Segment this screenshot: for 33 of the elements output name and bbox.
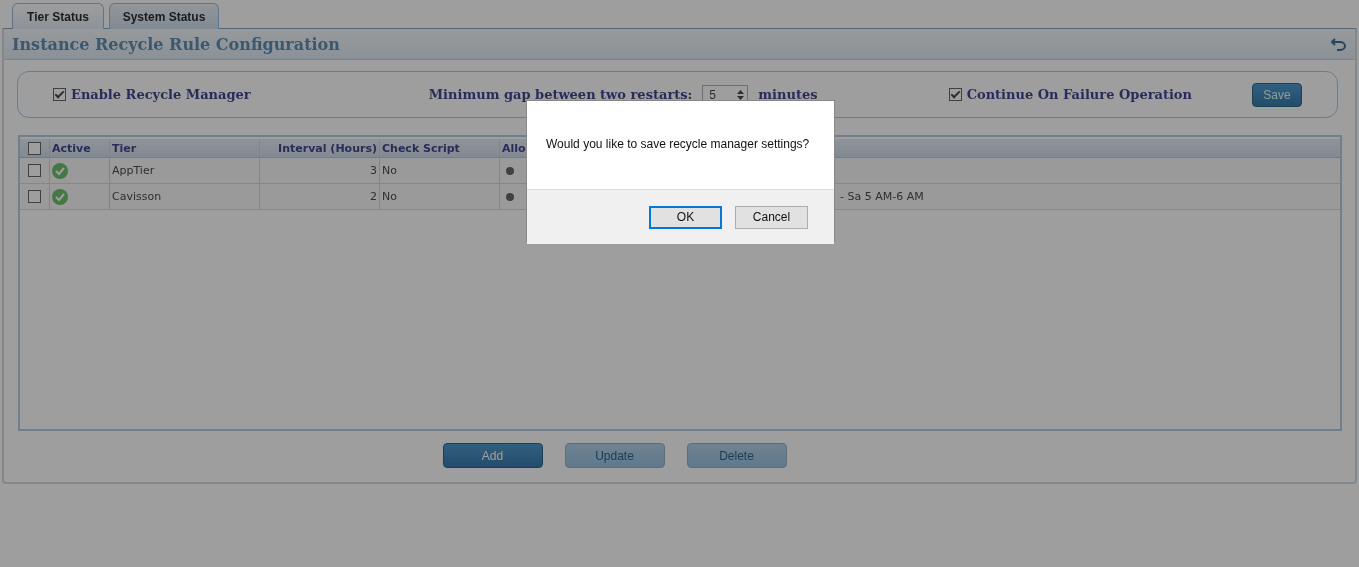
action-button[interactable]: Add xyxy=(442,443,543,468)
spinner-icon[interactable] xyxy=(736,87,746,102)
table-cell: AppTier xyxy=(110,158,260,183)
table-cell: 2 xyxy=(260,184,380,209)
unit-label: minutes xyxy=(758,87,818,102)
checkbox[interactable] xyxy=(28,164,41,177)
continue-label: Continue On Failure Operation xyxy=(966,87,1192,102)
column-header: Interval (Hours) xyxy=(278,141,377,155)
table-cell: Cavisson xyxy=(110,184,260,209)
column-header: Allo xyxy=(502,141,526,155)
dot-icon xyxy=(506,192,514,201)
checkbox[interactable] xyxy=(28,141,41,155)
column-header: Check Script xyxy=(382,141,460,155)
table-cell: No xyxy=(380,158,500,183)
dot-icon xyxy=(506,166,514,175)
checkbox[interactable] xyxy=(948,88,962,101)
cancel-button[interactable]: Cancel xyxy=(735,205,808,229)
undo-icon[interactable] xyxy=(1331,37,1347,51)
ok-button[interactable]: OK xyxy=(649,205,722,229)
table-cell: - Sa 5 AM-6 AM xyxy=(840,190,924,203)
table-cell: 3 xyxy=(260,158,380,183)
save-button[interactable]: Save xyxy=(1252,82,1302,107)
enable-label: Enable Recycle Manager xyxy=(71,87,251,102)
checkbox[interactable] xyxy=(53,88,66,101)
checkbox[interactable] xyxy=(28,190,41,203)
tab[interactable]: System Status xyxy=(109,3,219,29)
table-cell: No xyxy=(380,184,500,209)
column-header: Active xyxy=(52,141,91,155)
dialog-message: Would you like to save recycle manager settings? xyxy=(545,136,811,153)
column-header: Tier xyxy=(112,141,137,155)
tab[interactable]: Tier Status xyxy=(12,3,104,29)
gap-label: Minimum gap between two restarts: xyxy=(428,87,693,102)
panel-title: Instance Recycle Rule Configuration xyxy=(12,34,340,54)
